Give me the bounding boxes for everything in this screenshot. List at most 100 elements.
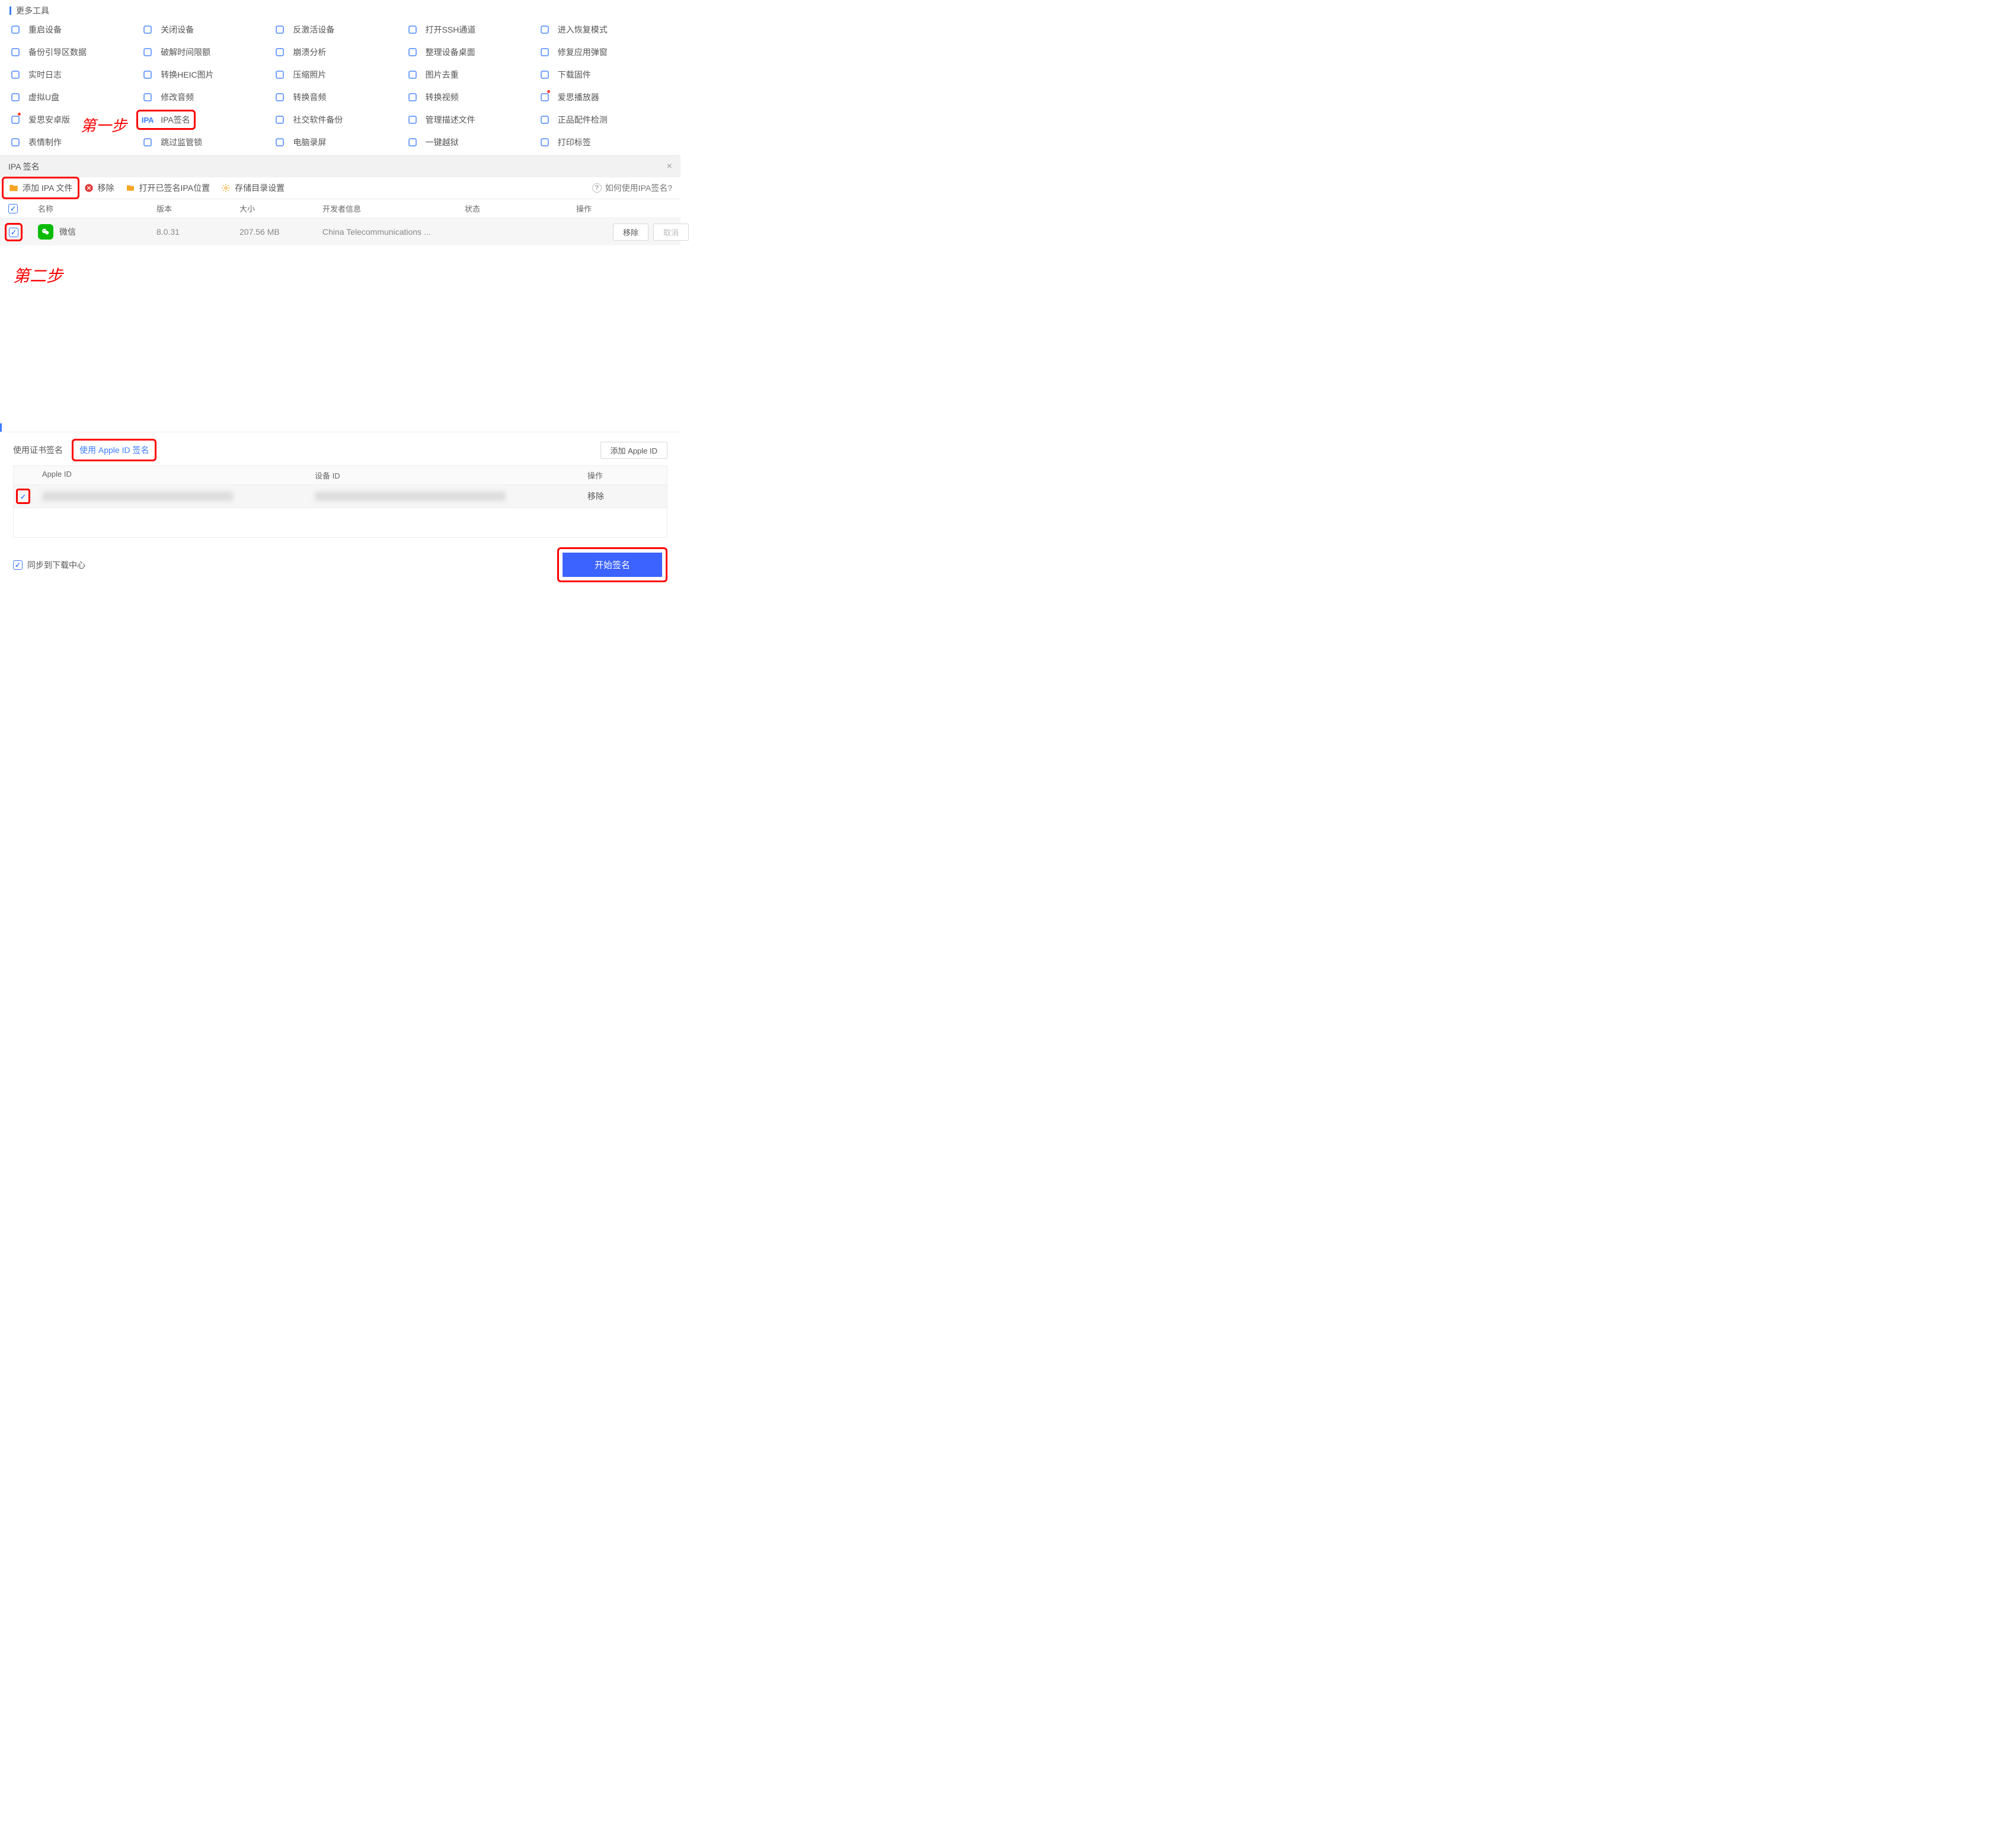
emoji-icon	[9, 136, 21, 148]
audio-edit-icon	[142, 91, 154, 103]
tool-item-dedupe[interactable]: 图片去重	[407, 69, 539, 81]
question-icon: ?	[592, 183, 602, 193]
ipa-toolbar: 添加 IPA 文件 移除 打开已签名IPA位置 存储目录设置 ? 如何使用IPA…	[0, 177, 680, 199]
download-folder-icon	[8, 183, 19, 193]
storage-dir-button[interactable]: 存储目录设置	[221, 182, 285, 194]
col-appleid: Apple ID	[42, 470, 315, 481]
start-sign-button[interactable]: 开始签名	[563, 553, 662, 577]
appleid-checkbox-highlight	[16, 489, 30, 504]
tool-label: 图片去重	[426, 69, 459, 81]
tool-item-android[interactable]: 爱思安卓版第一步	[9, 114, 142, 126]
tool-item-repair[interactable]: 修复应用弹窗	[539, 46, 671, 58]
tool-item-terminal[interactable]: 打开SSH通道	[407, 24, 539, 36]
tool-item-device[interactable]: 反激活设备	[274, 24, 406, 36]
tool-item-social[interactable]: 社交软件备份	[274, 114, 406, 126]
tool-item-log[interactable]: 实时日志	[9, 69, 142, 81]
add-ipa-label: 添加 IPA 文件	[23, 182, 73, 194]
tool-item-player[interactable]: 爱思播放器	[539, 91, 671, 103]
tool-label: 破解时间限额	[161, 46, 210, 58]
tool-label: 表情制作	[28, 136, 62, 148]
tool-label: 崩溃分析	[293, 46, 326, 58]
appleid-row-checkbox[interactable]	[19, 493, 27, 501]
tool-item-screen-record[interactable]: 电脑录屏	[274, 136, 406, 148]
ipa-icon: IPA	[142, 114, 154, 126]
col-name: 名称	[38, 203, 156, 214]
col-deviceid: 设备 ID	[315, 470, 587, 481]
tool-item-skip-lock[interactable]: 跳过监管锁	[142, 136, 274, 148]
tool-label: 实时日志	[28, 69, 62, 81]
tool-item-recovery[interactable]: 进入恢复模式	[539, 24, 671, 36]
add-appleid-button[interactable]: 添加 Apple ID	[600, 442, 667, 459]
tool-label: 虚拟U盘	[28, 91, 59, 103]
row-remove-button[interactable]: 移除	[613, 224, 648, 241]
tool-item-print[interactable]: 打印标签	[539, 136, 671, 148]
signing-tabs: 使用证书签名 使用 Apple ID 签名 添加 Apple ID	[13, 441, 667, 460]
tool-item-backup[interactable]: 备份引导区数据	[9, 46, 142, 58]
help-link[interactable]: ? 如何使用IPA签名?	[592, 182, 672, 194]
tool-item-download[interactable]: 下载固件	[539, 69, 671, 81]
remove-icon	[84, 183, 94, 193]
tool-label: 社交软件备份	[293, 114, 343, 126]
col-version: 版本	[156, 203, 239, 214]
ipa-panel-title: IPA 签名	[8, 161, 40, 173]
close-icon[interactable]: ×	[667, 161, 672, 172]
wechat-icon	[38, 224, 53, 240]
col-size: 大小	[239, 203, 322, 214]
tool-item-crash[interactable]: 崩溃分析	[274, 46, 406, 58]
tool-label: 爱思安卓版	[28, 114, 70, 126]
col-action: 操作	[576, 203, 689, 214]
open-signed-location-button[interactable]: 打开已签名IPA位置	[125, 182, 210, 194]
device-icon	[274, 24, 286, 36]
start-sign-highlight: 开始签名	[557, 547, 667, 582]
tab-cert-sign[interactable]: 使用证书签名	[13, 441, 63, 460]
jailbreak-icon	[407, 136, 418, 148]
terminal-icon	[407, 24, 418, 36]
row-size: 207.56 MB	[239, 227, 322, 237]
tool-item-compress[interactable]: 压缩照片	[274, 69, 406, 81]
tool-item-audio-edit[interactable]: 修改音频	[142, 91, 274, 103]
tool-item-loading[interactable]: 重启设备	[9, 24, 142, 36]
tool-item-heic[interactable]: 转换HEIC图片	[142, 69, 274, 81]
tool-item-grid[interactable]: 整理设备桌面	[407, 46, 539, 58]
tool-label: 爱思播放器	[558, 91, 599, 103]
remove-button[interactable]: 移除	[84, 182, 114, 194]
video-convert-icon	[407, 91, 418, 103]
tool-label: 管理描述文件	[426, 114, 475, 126]
left-accent-strip	[0, 423, 680, 432]
tool-label: 正品配件检测	[558, 114, 608, 126]
tool-label: IPA签名	[161, 114, 190, 126]
sync-checkbox[interactable]	[13, 560, 23, 570]
tab-appleid-sign[interactable]: 使用 Apple ID 签名	[72, 439, 156, 461]
player-icon	[539, 91, 551, 103]
print-icon	[539, 136, 551, 148]
tool-label: 压缩照片	[293, 69, 326, 81]
auth-icon	[539, 114, 551, 126]
recovery-icon	[539, 24, 551, 36]
appleid-row-remove[interactable]: 移除	[587, 490, 662, 502]
deviceid-value-blurred	[315, 492, 506, 501]
select-all-checkbox[interactable]	[8, 204, 18, 213]
tool-label: 转换视频	[426, 91, 459, 103]
tool-label: 反激活设备	[293, 24, 334, 36]
dedupe-icon	[407, 69, 418, 81]
tool-item-jailbreak[interactable]: 一键越狱	[407, 136, 539, 148]
tool-item-profile[interactable]: 管理描述文件	[407, 114, 539, 126]
tool-item-emoji[interactable]: 表情制作	[9, 136, 142, 148]
skip-lock-icon	[142, 136, 154, 148]
row-checkbox[interactable]	[9, 228, 18, 237]
tool-item-clock[interactable]: 破解时间限额	[142, 46, 274, 58]
tool-item-ipa[interactable]: IPA IPA签名	[136, 110, 196, 130]
screen-record-icon	[274, 136, 286, 148]
tool-item-power[interactable]: 关闭设备	[142, 24, 274, 36]
col-developer: 开发者信息	[322, 203, 465, 214]
file-list-area: 第二步	[0, 245, 680, 423]
ipa-table-row: 微信 8.0.31 207.56 MB China Telecommunicat…	[0, 218, 680, 245]
tool-item-audio-convert[interactable]: 转换音频	[274, 91, 406, 103]
tool-item-usb[interactable]: 虚拟U盘	[9, 91, 142, 103]
tool-label: 打开SSH通道	[426, 24, 476, 36]
add-ipa-file-button[interactable]: 添加 IPA 文件	[2, 177, 79, 199]
tool-item-auth[interactable]: 正品配件检测	[539, 114, 671, 126]
more-tools-label: 更多工具	[16, 5, 49, 17]
app-name-label: 微信	[59, 226, 76, 238]
tool-item-video-convert[interactable]: 转换视频	[407, 91, 539, 103]
